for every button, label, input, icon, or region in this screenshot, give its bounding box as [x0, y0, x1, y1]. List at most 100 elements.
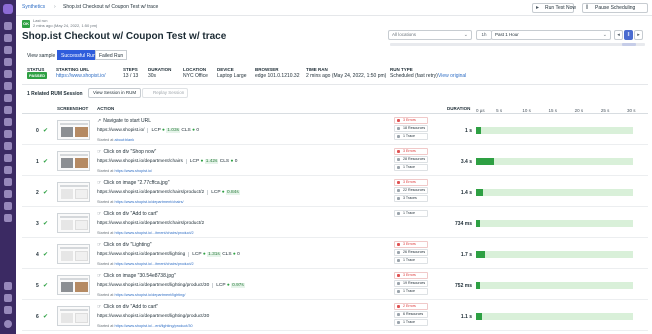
step-started-link[interactable]: about:blank: [115, 138, 135, 142]
metrics-icon[interactable]: [4, 106, 12, 114]
view-original-link[interactable]: View original: [438, 73, 466, 79]
trace-icon: [397, 166, 400, 169]
step-row[interactable]: 0 ✔ ↗ Navigate to start URL https://www.shop…: [22, 114, 648, 145]
notebooks-icon[interactable]: [4, 142, 12, 150]
resources-tag[interactable]: 28 Resources: [394, 156, 428, 163]
duration-bar[interactable]: [476, 158, 494, 165]
failed-run-button[interactable]: Failed Run: [95, 50, 128, 60]
errors-tag[interactable]: 3 Errors: [394, 179, 428, 186]
step-row[interactable]: 1 ✔ ☞ Click on div "Shop now" https://www.sh…: [22, 145, 648, 176]
traces-tag[interactable]: 3 Traces: [394, 195, 428, 202]
duration-bar[interactable]: [476, 313, 482, 320]
ux-monitoring-icon[interactable]: [4, 178, 12, 186]
resources-tag[interactable]: 26 Resources: [394, 249, 428, 256]
starting-url-link[interactable]: https://www.shopist.io/: [56, 73, 105, 79]
team-icon[interactable]: [4, 294, 12, 302]
view-session-in-rum-button[interactable]: View Session in RUM: [88, 88, 142, 98]
back-icon[interactable]: ◂: [614, 30, 623, 40]
step-row[interactable]: 4 ✔ ☞ Click on div "Lighting" https://www.sh…: [22, 238, 648, 269]
avatar[interactable]: [4, 320, 12, 328]
events-icon[interactable]: [4, 58, 12, 66]
step-row[interactable]: 3 ✔ ☞ Click on div "Add to cart" https://www…: [22, 207, 648, 238]
help-icon[interactable]: [4, 282, 12, 290]
monitors-icon[interactable]: [4, 94, 12, 102]
step-screenshot[interactable]: [57, 306, 90, 326]
col-action: ACTION: [97, 106, 115, 111]
duration-bar[interactable]: [476, 189, 484, 196]
step-started-link[interactable]: https://www.shopist.io/...itment/chairs/…: [115, 231, 194, 235]
duration-bar[interactable]: [476, 127, 482, 134]
step-screenshot[interactable]: [57, 213, 90, 233]
lcp-metric: LCP ● 0.84s: [207, 190, 240, 195]
breadcrumb-synthetics[interactable]: Synthetics: [22, 4, 45, 10]
step-screenshot[interactable]: [57, 244, 90, 264]
synthetics-icon[interactable]: [4, 202, 12, 210]
infrastructure-icon[interactable]: [4, 82, 12, 90]
security-icon[interactable]: [4, 166, 12, 174]
traces-tag[interactable]: 1 Trace: [394, 133, 428, 140]
errors-label: 3 Errors: [403, 180, 416, 184]
recent-icon[interactable]: [4, 34, 12, 42]
errors-tag[interactable]: 3 Errors: [394, 148, 428, 155]
network-icon[interactable]: [4, 214, 12, 222]
successful-run-button[interactable]: Successful Run: [57, 50, 100, 60]
step-duration: 734 ms: [455, 221, 472, 227]
resources-tag[interactable]: 18 Resources: [394, 125, 428, 132]
forward-icon[interactable]: ▸: [634, 30, 643, 40]
step-row[interactable]: 6 ✔ ☞ Click on div "Add to cart" https://www…: [22, 300, 648, 331]
time-range-tag[interactable]: 1h: [476, 30, 492, 40]
locations-select[interactable]: All locations ⌄: [388, 30, 472, 40]
duration-bar[interactable]: [476, 282, 480, 289]
step-started-link[interactable]: https://www.shopist.io/: [115, 169, 153, 173]
resources-tag[interactable]: 6 Resources: [394, 311, 428, 318]
traces-tag[interactable]: 1 Trace: [394, 319, 428, 326]
pause-live-icon[interactable]: ‖: [624, 30, 633, 40]
step-started-link[interactable]: https://www.shopist.io/...itment/chairs/…: [115, 262, 194, 266]
traces-tag[interactable]: 1 Trace: [394, 210, 428, 217]
error-icon: [397, 243, 400, 246]
traces-tag[interactable]: 1 Trace: [394, 257, 428, 264]
starting-url-heading: STARTING URL: [56, 67, 90, 72]
settings-icon[interactable]: [4, 306, 12, 314]
time-range-value: Past 1 Hour: [495, 32, 519, 37]
errors-tag[interactable]: 3 Errors: [394, 272, 428, 279]
duration-bar[interactable]: [476, 251, 485, 258]
step-started-link[interactable]: https://www.shopist.io/department/chairs…: [115, 200, 184, 204]
datadog-logo-icon[interactable]: [3, 4, 13, 14]
step-screenshot[interactable]: [57, 120, 90, 140]
logs-icon[interactable]: [4, 154, 12, 162]
resources-tag[interactable]: 22 Resources: [394, 187, 428, 194]
duration-bar[interactable]: [476, 220, 480, 227]
timeline-window[interactable]: [622, 43, 636, 46]
step-screenshot[interactable]: [57, 151, 90, 171]
run-test-now-button[interactable]: ▸ Run Test Now: [532, 3, 576, 13]
timeline-bar[interactable]: [390, 43, 645, 46]
step-screenshot[interactable]: [57, 275, 90, 295]
traces-tag[interactable]: 1 Trace: [394, 288, 428, 295]
resources-tag[interactable]: 19 Resources: [394, 280, 428, 287]
traces-tag[interactable]: 1 Trace: [394, 164, 428, 171]
pause-scheduling-button[interactable]: ‖ Pause Scheduling: [582, 3, 648, 13]
ci-icon[interactable]: [4, 190, 12, 198]
step-screenshot[interactable]: [57, 182, 90, 202]
errors-tag[interactable]: 3 Errors: [394, 117, 428, 124]
device-value: Laptop Large: [217, 73, 247, 79]
integrations-icon[interactable]: [4, 118, 12, 126]
replay-session-button[interactable]: Replay Session: [142, 88, 188, 98]
traces-label: 1 Trace: [403, 211, 415, 215]
pause-scheduling-label: Pause Scheduling: [595, 5, 636, 11]
watchdog-icon[interactable]: [4, 46, 12, 54]
step-started-link[interactable]: https://www.shopist.io/department/lighti…: [115, 293, 186, 297]
time-range-select[interactable]: Past 1 Hour ⌄: [491, 30, 611, 40]
step-row[interactable]: 2 ✔ ☞ Click on image "2.77cffca.jpg" https:/…: [22, 176, 648, 207]
errors-tag[interactable]: 3 Errors: [394, 241, 428, 248]
check-icon: ✔: [43, 221, 49, 227]
step-row[interactable]: 5 ✔ ☞ Click on image "30.54e8738.jpg" https:…: [22, 269, 648, 300]
duration-track: [476, 282, 633, 289]
dashboards-icon[interactable]: [4, 70, 12, 78]
apm-icon[interactable]: [4, 130, 12, 138]
step-started-link[interactable]: https://www.shopist.io/...ent/lighting/p…: [115, 324, 193, 328]
check-icon: ✔: [43, 128, 49, 134]
search-icon[interactable]: [4, 22, 12, 30]
errors-tag[interactable]: 2 Errors: [394, 303, 428, 310]
